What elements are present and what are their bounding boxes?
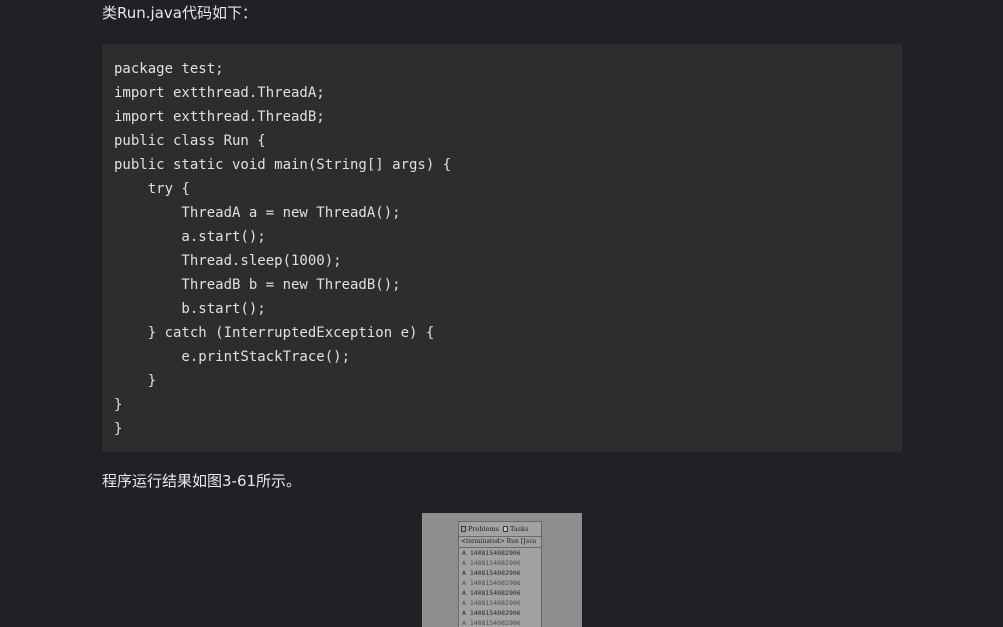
code-line: Thread.sleep(1000); bbox=[114, 253, 342, 269]
tab-problems: Problems bbox=[461, 525, 499, 533]
code-line: package test; bbox=[114, 61, 224, 77]
code-block: package test; import extthread.ThreadA; … bbox=[102, 44, 902, 452]
console-view: Problems Tasks <terminated> Run [Java A … bbox=[458, 521, 542, 627]
code-line: public static void main(String[] args) { bbox=[114, 157, 452, 173]
console-line: A 1408154082906 bbox=[462, 559, 521, 567]
code-line: ThreadA a = new ThreadA(); bbox=[114, 205, 401, 221]
tab-tasks-label: Tasks bbox=[509, 525, 529, 533]
article-page: 类Run.java代码如下： package test; import extt… bbox=[0, 0, 1003, 627]
tasks-icon bbox=[502, 526, 508, 532]
tab-problems-label: Problems bbox=[468, 525, 499, 533]
code-line: try { bbox=[114, 181, 190, 197]
console-line: A 1408154082906 bbox=[462, 609, 521, 617]
result-paragraph: 程序运行结果如图3-61所示。 bbox=[102, 472, 302, 490]
console-header: <terminated> Run [Java bbox=[459, 537, 541, 548]
code-line: } catch (InterruptedException e) { bbox=[114, 325, 435, 341]
console-line: A 1408154082906 bbox=[462, 599, 521, 607]
console-line: A 1408154082906 bbox=[462, 589, 521, 597]
console-line: A 1408154082906 bbox=[462, 569, 521, 577]
code-line: } bbox=[114, 397, 123, 413]
code-line: } bbox=[114, 373, 157, 389]
console-line: A 1408154082906 bbox=[462, 579, 521, 587]
code-line: } bbox=[114, 421, 123, 437]
console-line: A 1408154082906 bbox=[462, 549, 521, 557]
code-line: public class Run { bbox=[114, 133, 266, 149]
tab-tasks: Tasks bbox=[502, 525, 529, 533]
problems-icon bbox=[461, 526, 466, 532]
code-line: a.start(); bbox=[114, 229, 266, 245]
code-line: ThreadB b = new ThreadB(); bbox=[114, 277, 401, 293]
intro-paragraph: 类Run.java代码如下： bbox=[102, 4, 257, 22]
code-line: import extthread.ThreadA; bbox=[114, 85, 325, 101]
code-line: e.printStackTrace(); bbox=[114, 349, 351, 365]
console-output-figure: Problems Tasks <terminated> Run [Java A … bbox=[422, 513, 582, 627]
console-tab-bar: Problems Tasks bbox=[459, 522, 541, 537]
code-line: import extthread.ThreadB; bbox=[114, 109, 325, 125]
console-line: A 1408154082906 bbox=[462, 619, 521, 627]
code-line: b.start(); bbox=[114, 301, 266, 317]
